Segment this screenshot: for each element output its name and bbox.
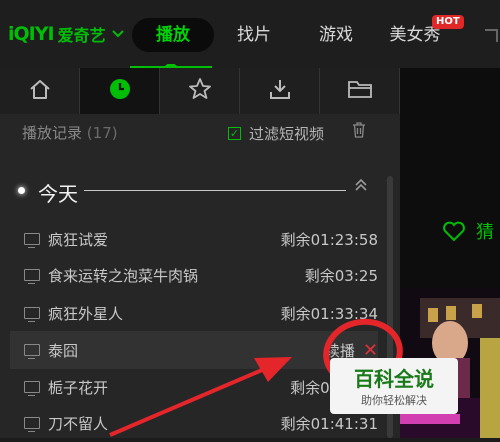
nav-games[interactable]: 游戏 — [308, 18, 364, 52]
row-remaining: 剩余01:33:34 — [280, 304, 378, 323]
panel-tabs — [0, 68, 400, 114]
history-title-text: 播放记录 — [22, 124, 83, 142]
tab-downloads[interactable] — [240, 68, 320, 114]
history-row[interactable]: 食来运转之泡菜牛肉锅 剩余03:25 — [10, 256, 378, 294]
star-icon — [188, 77, 212, 105]
history-title: 播放记录 (17) — [22, 122, 118, 143]
hot-badge: HOT — [432, 15, 464, 29]
row-title: 疯狂外星人 — [48, 304, 124, 323]
row-remaining: 剩余03:25 — [304, 266, 378, 285]
history-row[interactable]: 疯狂外星人 剩余01:33:34 — [10, 294, 378, 332]
monitor-icon — [24, 344, 40, 359]
trash-icon[interactable] — [352, 122, 366, 138]
section-dot — [18, 187, 25, 194]
history-row[interactable]: 泰囧 续播 ✕ — [10, 331, 378, 369]
monitor-icon — [24, 269, 40, 284]
row-title: 刀不留人 — [48, 414, 109, 433]
main-nav: 播放 找片 游戏 美女秀 — [0, 18, 500, 52]
watermark-logo: 百科全说 助你轻松解决 — [330, 358, 458, 414]
filter-label: 过滤短视频 — [249, 125, 325, 143]
tab-history[interactable] — [80, 68, 160, 114]
tab-favorites[interactable] — [160, 68, 240, 114]
row-remaining: 剩余01:41:31 — [280, 414, 378, 433]
filter-checkbox[interactable]: ✓ — [228, 127, 241, 140]
monitor-icon — [24, 417, 40, 432]
row-remaining: 剩余01:23:58 — [280, 230, 378, 249]
history-row[interactable]: 疯狂试爱 剩余01:23:58 — [10, 220, 378, 258]
section-divider — [84, 190, 346, 191]
top-bar: iQIYI 爱奇艺 播放 找片 游戏 美女秀 HOT — [0, 0, 500, 68]
nav-find-movies[interactable]: 找片 — [226, 18, 282, 52]
heart-icon[interactable] — [442, 220, 466, 246]
section-label: 今天 — [38, 182, 78, 206]
history-row[interactable]: 栀子花开 剩余01:40:5 — [10, 368, 378, 406]
download-icon — [268, 77, 292, 105]
tab-local-files[interactable] — [320, 68, 400, 114]
history-row[interactable]: 刀不留人 剩余01:41:31 — [10, 404, 378, 442]
more-icon[interactable] — [483, 28, 499, 48]
row-title: 疯狂试爱 — [48, 230, 109, 249]
watermark-main: 百科全说 — [354, 367, 434, 391]
filter-short-videos[interactable]: ✓ 过滤短视频 — [228, 123, 324, 144]
monitor-icon — [24, 233, 40, 248]
row-title: 栀子花开 — [48, 378, 109, 397]
section-today: 今天 — [14, 176, 384, 206]
clock-icon — [108, 77, 132, 105]
collapse-icon[interactable] — [354, 178, 368, 193]
nav-play[interactable]: 播放 — [132, 18, 214, 52]
row-title: 食来运转之泡菜牛肉锅 — [48, 266, 199, 285]
history-count: (17) — [86, 124, 118, 142]
tab-home[interactable] — [0, 68, 80, 114]
folder-icon — [347, 78, 373, 104]
guess-label: 猜 — [476, 222, 494, 243]
home-icon — [28, 78, 52, 104]
monitor-icon — [24, 307, 40, 322]
monitor-icon — [24, 381, 40, 396]
watermark-sub: 助你轻松解决 — [361, 394, 427, 407]
row-title: 泰囧 — [48, 341, 79, 360]
